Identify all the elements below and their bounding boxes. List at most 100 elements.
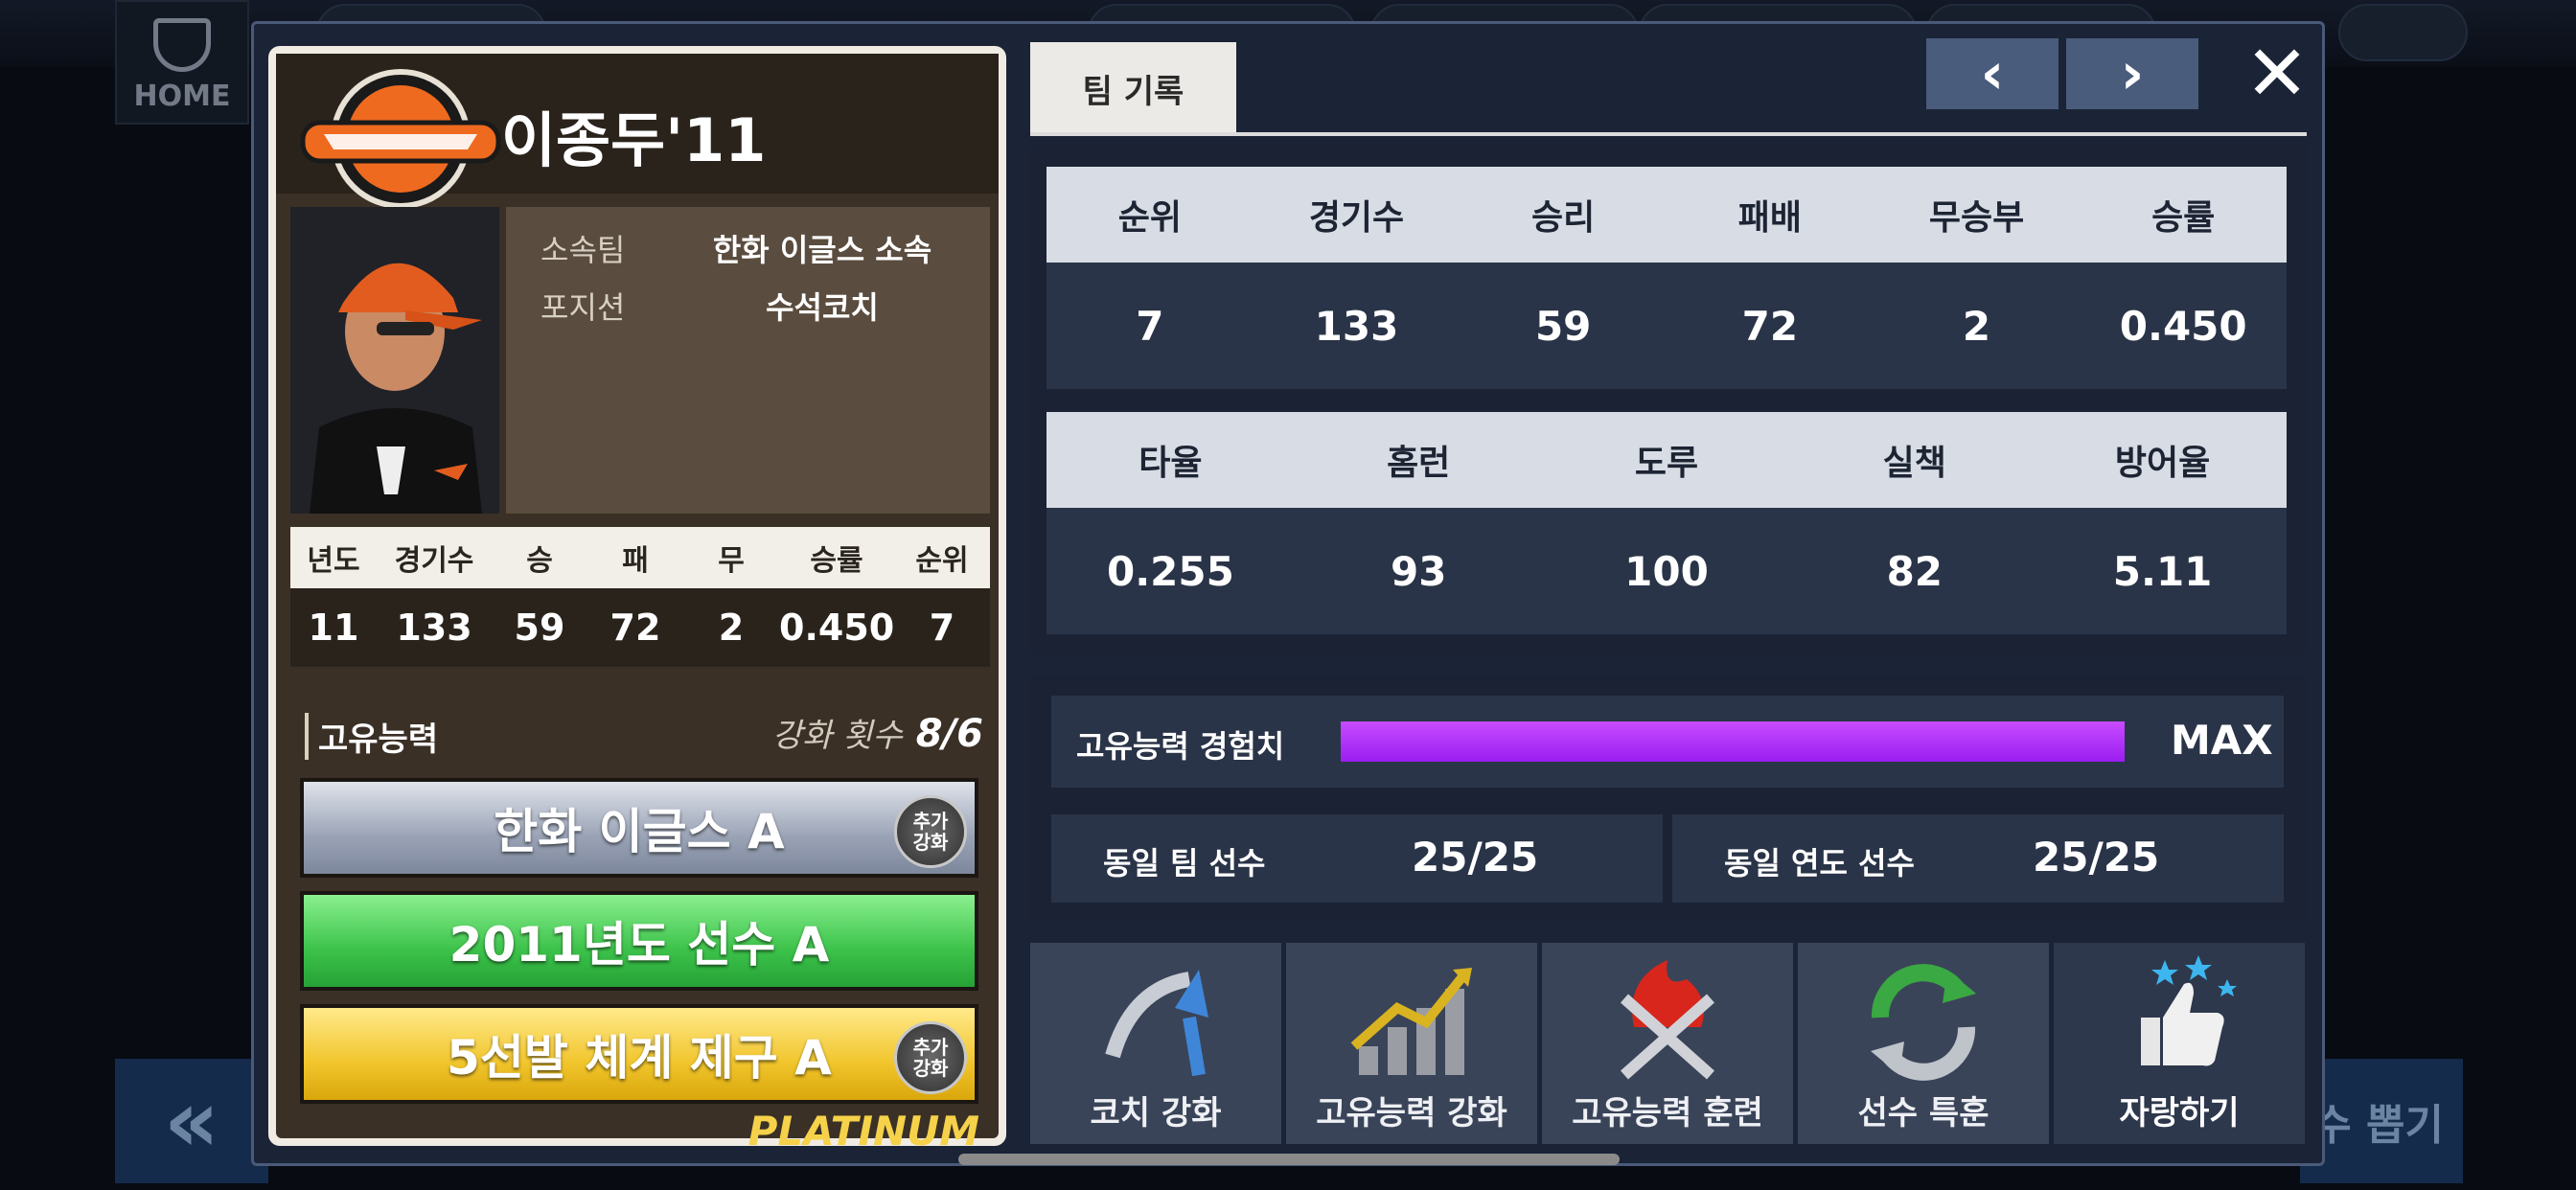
season-value: 11	[308, 606, 359, 649]
enhance-count-value: 8/6	[915, 712, 983, 756]
season-header: 경기수	[394, 544, 474, 578]
info-label: 포지션	[540, 289, 626, 326]
action-label: 자랑하기	[2119, 1094, 2240, 1133]
ability-name: 한화 이글스 A	[494, 804, 785, 859]
season-header: 순위	[915, 544, 969, 578]
stat-header: 순위	[1117, 198, 1182, 238]
player-name: 이종두'11	[501, 105, 767, 175]
info-value: 한화 이글스 소속	[712, 232, 932, 268]
extra-enhance-label: 추가 강화	[912, 810, 949, 854]
season-stats-table: 년도 경기수 승 패 무 승률 순위 11 133 59 72 2 0.450 …	[290, 527, 990, 667]
ability-slot-2[interactable]: 2011년도 선수 A	[300, 891, 978, 991]
season-header: 년도	[307, 544, 360, 578]
stat-value: 82	[1886, 547, 1944, 595]
season-header: 승	[526, 544, 553, 578]
exp-row: 고유능력 경험치 MAX	[1051, 696, 2284, 788]
extra-enhance-label: 추가 강화	[912, 1036, 949, 1080]
ability-training-button[interactable]: 고유능력 훈련	[1542, 943, 1793, 1144]
team-batting-table: 타율 홈런 도루 실책 방어율 0.255 93 100 82 5.11	[1046, 412, 2287, 634]
season-header: 패	[622, 544, 649, 578]
coach-upgrade-button[interactable]: 코치 강화	[1030, 943, 1281, 1144]
show-off-button[interactable]: 자랑하기	[2054, 943, 2305, 1144]
stat-value: 0.450	[2119, 302, 2247, 350]
ability-slot-1[interactable]: 한화 이글스 A 추가 강화	[300, 778, 978, 878]
refresh-arrows-icon	[1871, 964, 1976, 1081]
ability-upgrade-button[interactable]: 고유능력 강화	[1286, 943, 1537, 1144]
coach-upgrade-icon	[1105, 970, 1208, 1077]
season-value: 72	[610, 606, 661, 649]
next-player-button[interactable]: ›	[2066, 38, 2198, 109]
same-team-count: 동일 팀 선수 25/25	[1051, 814, 1663, 903]
stat-header: 패배	[1737, 198, 1802, 238]
player-card: 이종두'11 소속팀 한화 이글스 소속 포지션 수석코치 년도 경기수 승 패…	[268, 46, 1006, 1155]
season-value-row: 11 133 59 72 2 0.450 7	[290, 588, 990, 667]
season-header: 무	[718, 544, 745, 578]
stat-header: 승률	[2151, 198, 2216, 238]
fire-bats-icon	[1621, 960, 1714, 1080]
info-row-position: 포지션 수석코치	[506, 284, 990, 332]
stat-value: 72	[1741, 302, 1799, 350]
stat-header: 경기수	[1308, 198, 1405, 238]
player-photo	[290, 207, 499, 514]
action-label: 고유능력 강화	[1316, 1094, 1507, 1133]
same-year-count: 동일 연도 선수 25/25	[1672, 814, 2284, 903]
info-row-team: 소속팀 한화 이글스 소속	[506, 226, 990, 274]
enhance-count: 강화 횟수 8/6	[772, 709, 983, 756]
stat-value: 100	[1624, 547, 1709, 595]
season-header: 승률	[810, 544, 863, 578]
season-header-row: 년도 경기수 승 패 무 승률 순위	[290, 527, 990, 588]
stat-value: 0.255	[1106, 547, 1234, 595]
stat-value-row: 7 133 59 72 2 0.450	[1046, 263, 2287, 389]
close-icon: ✕	[2244, 28, 2310, 118]
action-label: 코치 강화	[1090, 1094, 1222, 1133]
player-info: 소속팀 한화 이글스 소속 포지션 수석코치	[506, 207, 990, 514]
stat-header: 방어율	[2114, 444, 2211, 483]
ability-name: 5선발 체계 제구 A	[447, 1030, 832, 1086]
tab-label: 팀 기록	[1082, 72, 1184, 111]
growth-chart-icon	[1350, 968, 1472, 1075]
info-label: 소속팀	[540, 232, 626, 268]
tab-team-record[interactable]: 팀 기록	[1030, 42, 1236, 134]
card-grade: PLATINUM	[748, 1108, 979, 1155]
thumbs-up-stars-icon	[2141, 955, 2237, 1066]
stat-value: 59	[1534, 302, 1592, 350]
stat-value: 133	[1314, 302, 1399, 350]
chevron-right-icon: ›	[2120, 40, 2145, 107]
stat-header: 타율	[1138, 444, 1203, 483]
exp-progress-bar	[1341, 721, 2125, 762]
team-stats-panel: 순위 경기수 승리 패배 무승부 승률 7 133 59 72 2 0.450 …	[1030, 146, 2307, 653]
tab-divider	[1030, 132, 2307, 136]
enhance-count-label: 강화 횟수	[771, 717, 903, 755]
prev-player-button[interactable]: ‹	[1926, 38, 2058, 109]
extra-enhance-badge[interactable]: 추가 강화	[894, 1021, 967, 1094]
close-button[interactable]: ✕	[2239, 29, 2315, 118]
ability-slot-3[interactable]: 5선발 체계 제구 A 추가 강화	[300, 1004, 978, 1104]
player-special-training-button[interactable]: 선수 특훈	[1798, 943, 2049, 1144]
ability-title: 고유능력	[305, 713, 438, 760]
same-team-label: 동일 팀 선수	[1103, 845, 1266, 881]
season-value: 59	[514, 606, 565, 649]
same-year-label: 동일 연도 선수	[1724, 845, 1915, 881]
stat-header-row: 타율 홈런 도루 실책 방어율	[1046, 412, 2287, 508]
info-value: 수석코치	[766, 289, 879, 326]
stat-header-row: 순위 경기수 승리 패배 무승부 승률	[1046, 167, 2287, 263]
team-record-table: 순위 경기수 승리 패배 무승부 승률 7 133 59 72 2 0.450	[1046, 167, 2287, 389]
eagles-logo-icon	[300, 69, 501, 209]
extra-enhance-badge[interactable]: 추가 강화	[894, 795, 967, 868]
action-label: 선수 특훈	[1857, 1094, 1990, 1133]
season-value: 0.450	[779, 606, 895, 649]
stat-value: 93	[1390, 547, 1447, 595]
chevron-left-icon: ‹	[1980, 40, 2005, 107]
ability-name: 2011년도 선수 A	[448, 917, 830, 973]
home-indicator[interactable]	[958, 1154, 1620, 1165]
exp-progress-fill	[1341, 721, 2125, 762]
stat-value: 5.11	[2112, 547, 2213, 595]
ability-exp-panel: 고유능력 경험치 MAX 동일 팀 선수 25/25 동일 연도 선수 25/2…	[1030, 676, 2307, 922]
same-year-value: 25/25	[2033, 834, 2160, 881]
same-team-value: 25/25	[1412, 834, 1539, 881]
stat-header: 실책	[1882, 444, 1946, 483]
action-label: 고유능력 훈련	[1572, 1094, 1763, 1133]
stat-header: 도루	[1634, 444, 1699, 483]
stat-header: 무승부	[1928, 198, 2025, 238]
stat-header: 홈런	[1387, 444, 1451, 483]
